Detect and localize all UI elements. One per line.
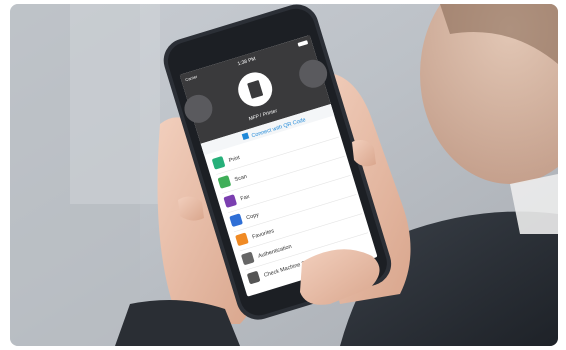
photo: 1:38 PM Carrier MFP / Printer Connect wi… (10, 4, 558, 346)
